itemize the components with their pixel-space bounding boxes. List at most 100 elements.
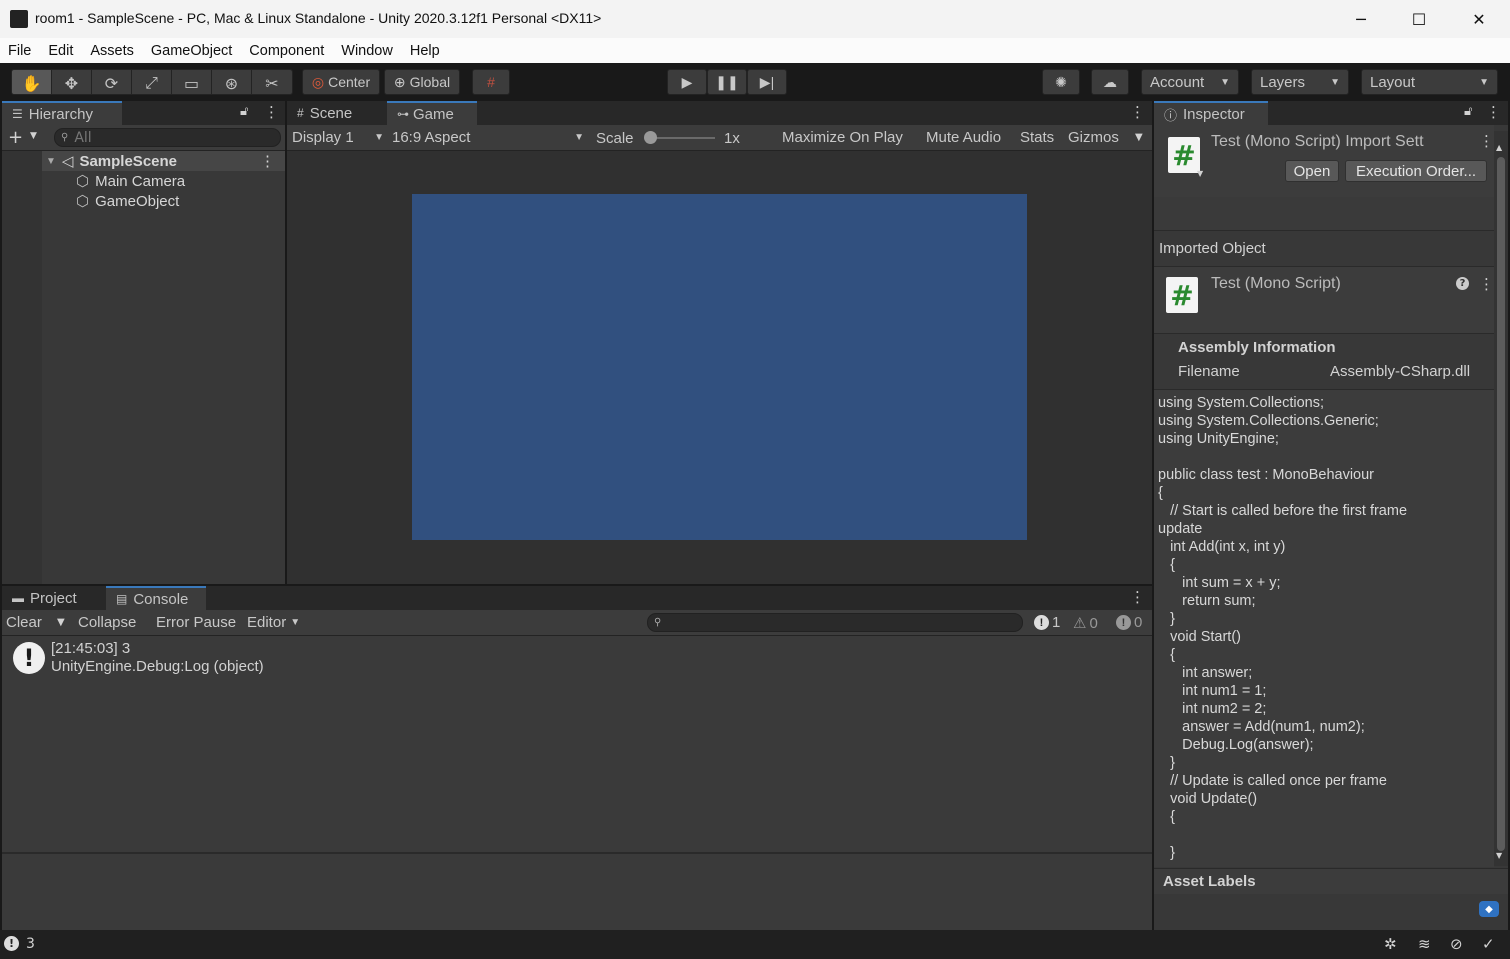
mute-audio-button[interactable]: Mute Audio [926,129,1001,146]
rotate-icon[interactable]: ⟳ [92,70,132,94]
tab-inspector[interactable]: ⓘ Inspector [1154,101,1268,125]
scene-row[interactable]: ▼ ◁ SampleScene ⋮ [42,151,285,171]
info-message-icon: ! [1034,615,1049,630]
add-icon[interactable]: + [8,127,23,148]
maximize-button[interactable]: ☐ [1390,0,1448,38]
aspect-dropdown[interactable]: 16:9 Aspect ▼ [392,129,584,146]
move-icon[interactable]: ✥ [52,70,92,94]
account-dropdown[interactable]: Account ▼ [1141,69,1239,95]
tab-game[interactable]: ⊶ Game [387,101,477,125]
custom-tool-icon[interactable]: ✂ [252,70,292,94]
help-icon[interactable]: ? [1456,277,1469,290]
clear-button[interactable]: Clear [6,614,42,631]
list-item[interactable]: ! [21:45:03] 3 UnityEngine.Debug:Log (ob… [2,636,1152,682]
tab-scene[interactable]: # Scene [287,101,387,125]
chevron-down-icon[interactable]: ▼ [30,131,37,141]
menu-edit[interactable]: Edit [48,43,73,59]
execution-order-button[interactable]: Execution Order... [1345,160,1487,182]
tab-console[interactable]: ▤ Console [106,586,206,610]
pivot-global-button[interactable]: ⊕ Global [384,69,460,95]
layers-icon[interactable]: ≋ [1418,935,1431,953]
search-placeholder: All [74,129,92,146]
hierarchy-item-main-camera[interactable]: ⬡ Main Camera [76,171,185,191]
more-options-icon[interactable]: ⋮ [1479,132,1494,150]
play-button[interactable]: ▶ [667,69,707,95]
console-panel: ▬ Project ▤ Console ⋮ Clear ▼ Collapse E… [2,586,1152,930]
collab-button[interactable]: ✺ [1042,69,1080,95]
more-options-icon[interactable]: ⋮ [1479,275,1494,293]
editor-label: Editor [247,614,287,631]
game-viewport[interactable] [412,194,1027,540]
error-count-toggle[interactable]: ! 0 [1116,614,1142,631]
editor-dropdown[interactable]: Editor ▼ [247,614,300,631]
display-dropdown[interactable]: Display 1 ▼ [292,129,384,146]
grid-snap-icon[interactable]: # [472,69,510,95]
log-count-toggle[interactable]: ! 1 [1034,614,1060,631]
gizmos-button[interactable]: Gizmos [1068,129,1119,146]
lock-icon[interactable]: 🔓︎ [240,104,248,119]
chevron-down-icon[interactable]: ▼ [46,156,56,167]
error-pause-button[interactable]: Error Pause [156,614,236,631]
status-bar: ! 3 ✲ ≋ ⊘ ✓ [0,930,1510,959]
tag-icon[interactable]: ◆ [1479,901,1499,917]
menu-assets[interactable]: Assets [90,43,134,59]
menu-gameobject[interactable]: GameObject [151,43,232,59]
menu-window[interactable]: Window [341,43,393,59]
menu-help[interactable]: Help [410,43,440,59]
more-options-icon[interactable]: ⋮ [264,103,279,121]
unity-scene-icon: ◁ [61,153,74,170]
rect-icon[interactable]: ▭ [172,70,212,94]
grid-icon: # [297,106,304,120]
step-button[interactable]: ▶| [747,69,787,95]
more-options-icon[interactable]: ⋮ [260,152,275,170]
minimize-button[interactable]: ─ [1332,0,1390,38]
scale-slider-handle[interactable] [644,131,657,144]
close-button[interactable]: ✕ [1450,0,1508,38]
more-options-icon[interactable]: ⋮ [1130,588,1145,606]
hand-icon[interactable]: ✋ [12,70,52,94]
transform-icon[interactable]: ⊛ [212,70,252,94]
cloud-button[interactable]: ☁ [1091,69,1129,95]
auto-generate-lighting-icon[interactable]: ⊘ [1450,935,1463,953]
scale-icon[interactable]: ⤢ [132,70,172,94]
console-search-input[interactable]: ⚲ [647,613,1023,632]
menu-bar: File Edit Assets GameObject Component Wi… [0,38,1510,63]
status-message[interactable]: 3 [26,936,35,952]
check-icon[interactable]: ✓ [1482,935,1495,953]
pivot-center-button[interactable]: ◎ Center [302,69,380,95]
asset-labels-bar: Asset Labels [1154,868,1508,894]
hierarchy-item-gameobject[interactable]: ⬡ GameObject [76,191,179,211]
collapse-button[interactable]: Collapse [78,614,136,631]
layers-dropdown[interactable]: Layers ▼ [1251,69,1349,95]
menu-file[interactable]: File [8,43,31,59]
more-options-icon[interactable]: ⋮ [1130,103,1145,121]
tab-hierarchy[interactable]: ☰ Hierarchy [2,101,122,125]
warning-count-toggle[interactable]: ⚠ 0 [1073,614,1098,633]
scale-slider[interactable] [647,137,715,139]
scroll-up-icon[interactable]: ▲ [1496,143,1502,152]
inspector-scrollbar[interactable]: ▲ ▼ [1494,131,1508,866]
console-icon: ▤ [116,592,128,606]
gamepad-icon: ⊶ [397,107,409,121]
filename-label: Filename [1178,363,1240,380]
hierarchy-search-input[interactable]: ⚲ All [54,128,281,147]
pause-button[interactable]: ❚❚ [707,69,747,95]
chevron-down-icon[interactable]: ▼ [1197,169,1203,178]
search-icon: ⚲ [654,617,662,628]
chevron-down-icon[interactable]: ▼ [57,617,65,628]
lock-icon[interactable]: 🔓︎ [1464,104,1472,119]
scroll-thumb[interactable] [1497,157,1505,851]
scroll-down-icon[interactable]: ▼ [1496,851,1502,860]
layout-dropdown[interactable]: Layout ▼ [1361,69,1498,95]
more-options-icon[interactable]: ⋮ [1486,103,1501,121]
open-button[interactable]: Open [1285,160,1339,182]
code-preview: using System.Collections; using System.C… [1154,389,1494,867]
tab-project[interactable]: ▬ Project [2,586,106,610]
asset-labels-heading: Asset Labels [1163,873,1256,890]
menu-component[interactable]: Component [249,43,324,59]
bug-icon[interactable]: ✲ [1384,935,1397,953]
csharp-script-icon: # [1168,137,1200,173]
chevron-down-icon[interactable]: ▼ [1135,132,1143,143]
stats-button[interactable]: Stats [1020,129,1054,146]
maximize-on-play-button[interactable]: Maximize On Play [782,129,903,146]
